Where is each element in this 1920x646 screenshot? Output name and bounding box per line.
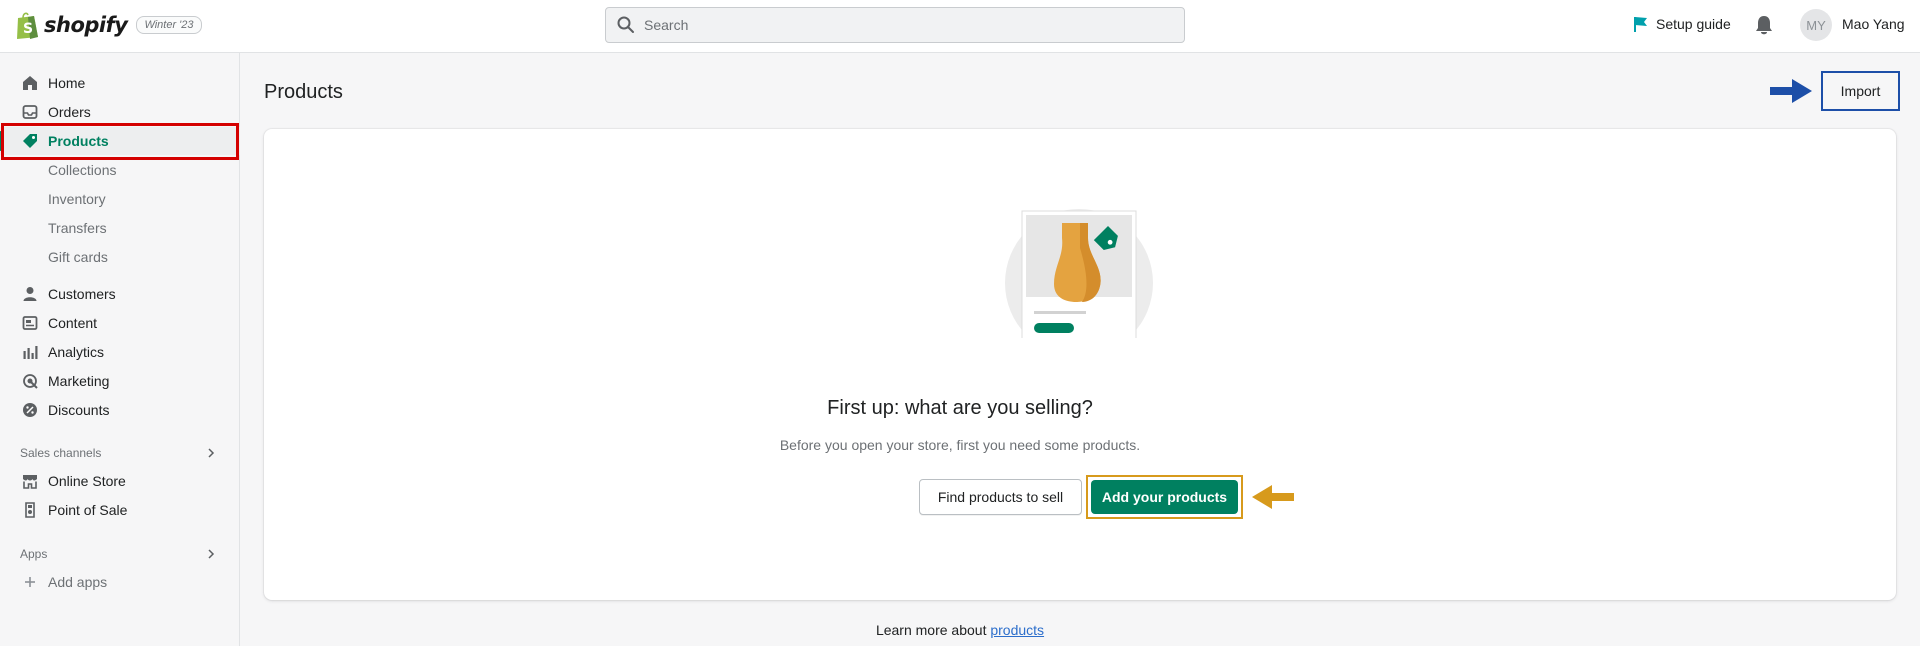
sidebar-item-label: Home (48, 75, 86, 91)
sidebar-item-label: Gift cards (48, 249, 108, 265)
store-icon (23, 475, 37, 489)
inbox-icon (22, 105, 38, 119)
learn-more-footer: Learn more about products (0, 622, 1920, 638)
plus-icon (25, 577, 35, 587)
add-products-highlight-box: Add your products (1086, 475, 1243, 519)
sidebar-item-orders[interactable]: Orders (0, 98, 240, 126)
avatar[interactable]: MY (1800, 9, 1832, 41)
top-bar: S shopify Winter '23 Search Setup guide … (0, 0, 1920, 53)
bell-icon[interactable] (1754, 14, 1774, 36)
sidebar-item-home[interactable]: Home (0, 69, 240, 97)
sidebar-item-label: Transfers (48, 220, 107, 236)
add-products-button[interactable]: Add your products (1091, 480, 1238, 514)
sidebar-item-analytics[interactable]: Analytics (0, 338, 240, 366)
search-input[interactable]: Search (605, 7, 1185, 43)
person-icon (23, 287, 37, 301)
sidebar-item-label: Online Store (48, 473, 126, 489)
edition-badge: Winter '23 (136, 16, 202, 34)
apps-label: Apps (20, 547, 48, 561)
empty-state-subtitle: Before you open your store, first you ne… (779, 437, 1141, 453)
sidebar-item-collections[interactable]: Collections (0, 156, 240, 184)
learn-more-link[interactable]: products (990, 622, 1044, 638)
sidebar-item-marketing[interactable]: Marketing (0, 367, 240, 395)
sidebar-item-label: Content (48, 315, 98, 331)
sidebar-item-label: Inventory (48, 191, 106, 207)
shopify-bag-icon: S (17, 12, 38, 39)
product-illustration (1004, 209, 1154, 341)
bar-chart-icon (23, 346, 38, 359)
empty-state-card (264, 129, 1896, 600)
find-products-button[interactable]: Find products to sell (919, 479, 1082, 515)
sidebar-item-gift-cards[interactable]: Gift cards (0, 243, 240, 271)
sidebar-item-content[interactable]: Content (0, 309, 240, 337)
sidebar-item-label: Collections (48, 162, 117, 178)
sidebar-item-label: Orders (48, 104, 91, 120)
import-button[interactable]: Import (1841, 83, 1881, 99)
username[interactable]: Mao Yang (1842, 16, 1905, 32)
sidebar-item-customers[interactable]: Customers (0, 280, 240, 308)
sidebar-item-label: Add apps (48, 574, 108, 590)
pos-icon (25, 502, 35, 518)
sidebar-item-label: Marketing (48, 373, 110, 389)
sidebar-item-label: Analytics (48, 344, 105, 360)
learn-more-text: Learn more about (875, 622, 987, 638)
sidebar-item-label: Point of Sale (48, 502, 128, 518)
content-icon (22, 316, 38, 330)
sidebar-item-inventory[interactable]: Inventory (0, 185, 240, 213)
sidebar-item-transfers[interactable]: Transfers (0, 214, 240, 242)
sidebar-item-point-of-sale[interactable]: Point of Sale (0, 496, 240, 524)
arrow-right-icon (1770, 79, 1812, 103)
setup-guide-label: Setup guide (1656, 16, 1731, 32)
sidebar-item-online-store[interactable]: Online Store (0, 467, 240, 495)
home-icon (23, 76, 37, 90)
shopify-logo[interactable]: S shopify Winter '23 (14, 10, 202, 40)
arrow-left-icon (1252, 485, 1294, 509)
setup-guide-button[interactable]: Setup guide (1632, 15, 1731, 33)
target-icon (23, 374, 38, 389)
empty-state-title: First up: what are you selling? (827, 397, 1093, 419)
brand-name: shopify (44, 13, 128, 37)
sidebar-item-add-apps[interactable]: Add apps (0, 568, 240, 596)
products-highlight-box (1, 123, 239, 160)
sidebar-item-label: Customers (48, 286, 116, 302)
chevron-right-icon[interactable] (205, 548, 217, 560)
flag-icon (1634, 17, 1647, 32)
svg-text:S: S (23, 21, 33, 37)
search-placeholder: Search (644, 17, 689, 33)
import-highlight-box: Import (1821, 71, 1900, 111)
page-title: Products (264, 81, 343, 103)
search-icon (617, 16, 634, 33)
